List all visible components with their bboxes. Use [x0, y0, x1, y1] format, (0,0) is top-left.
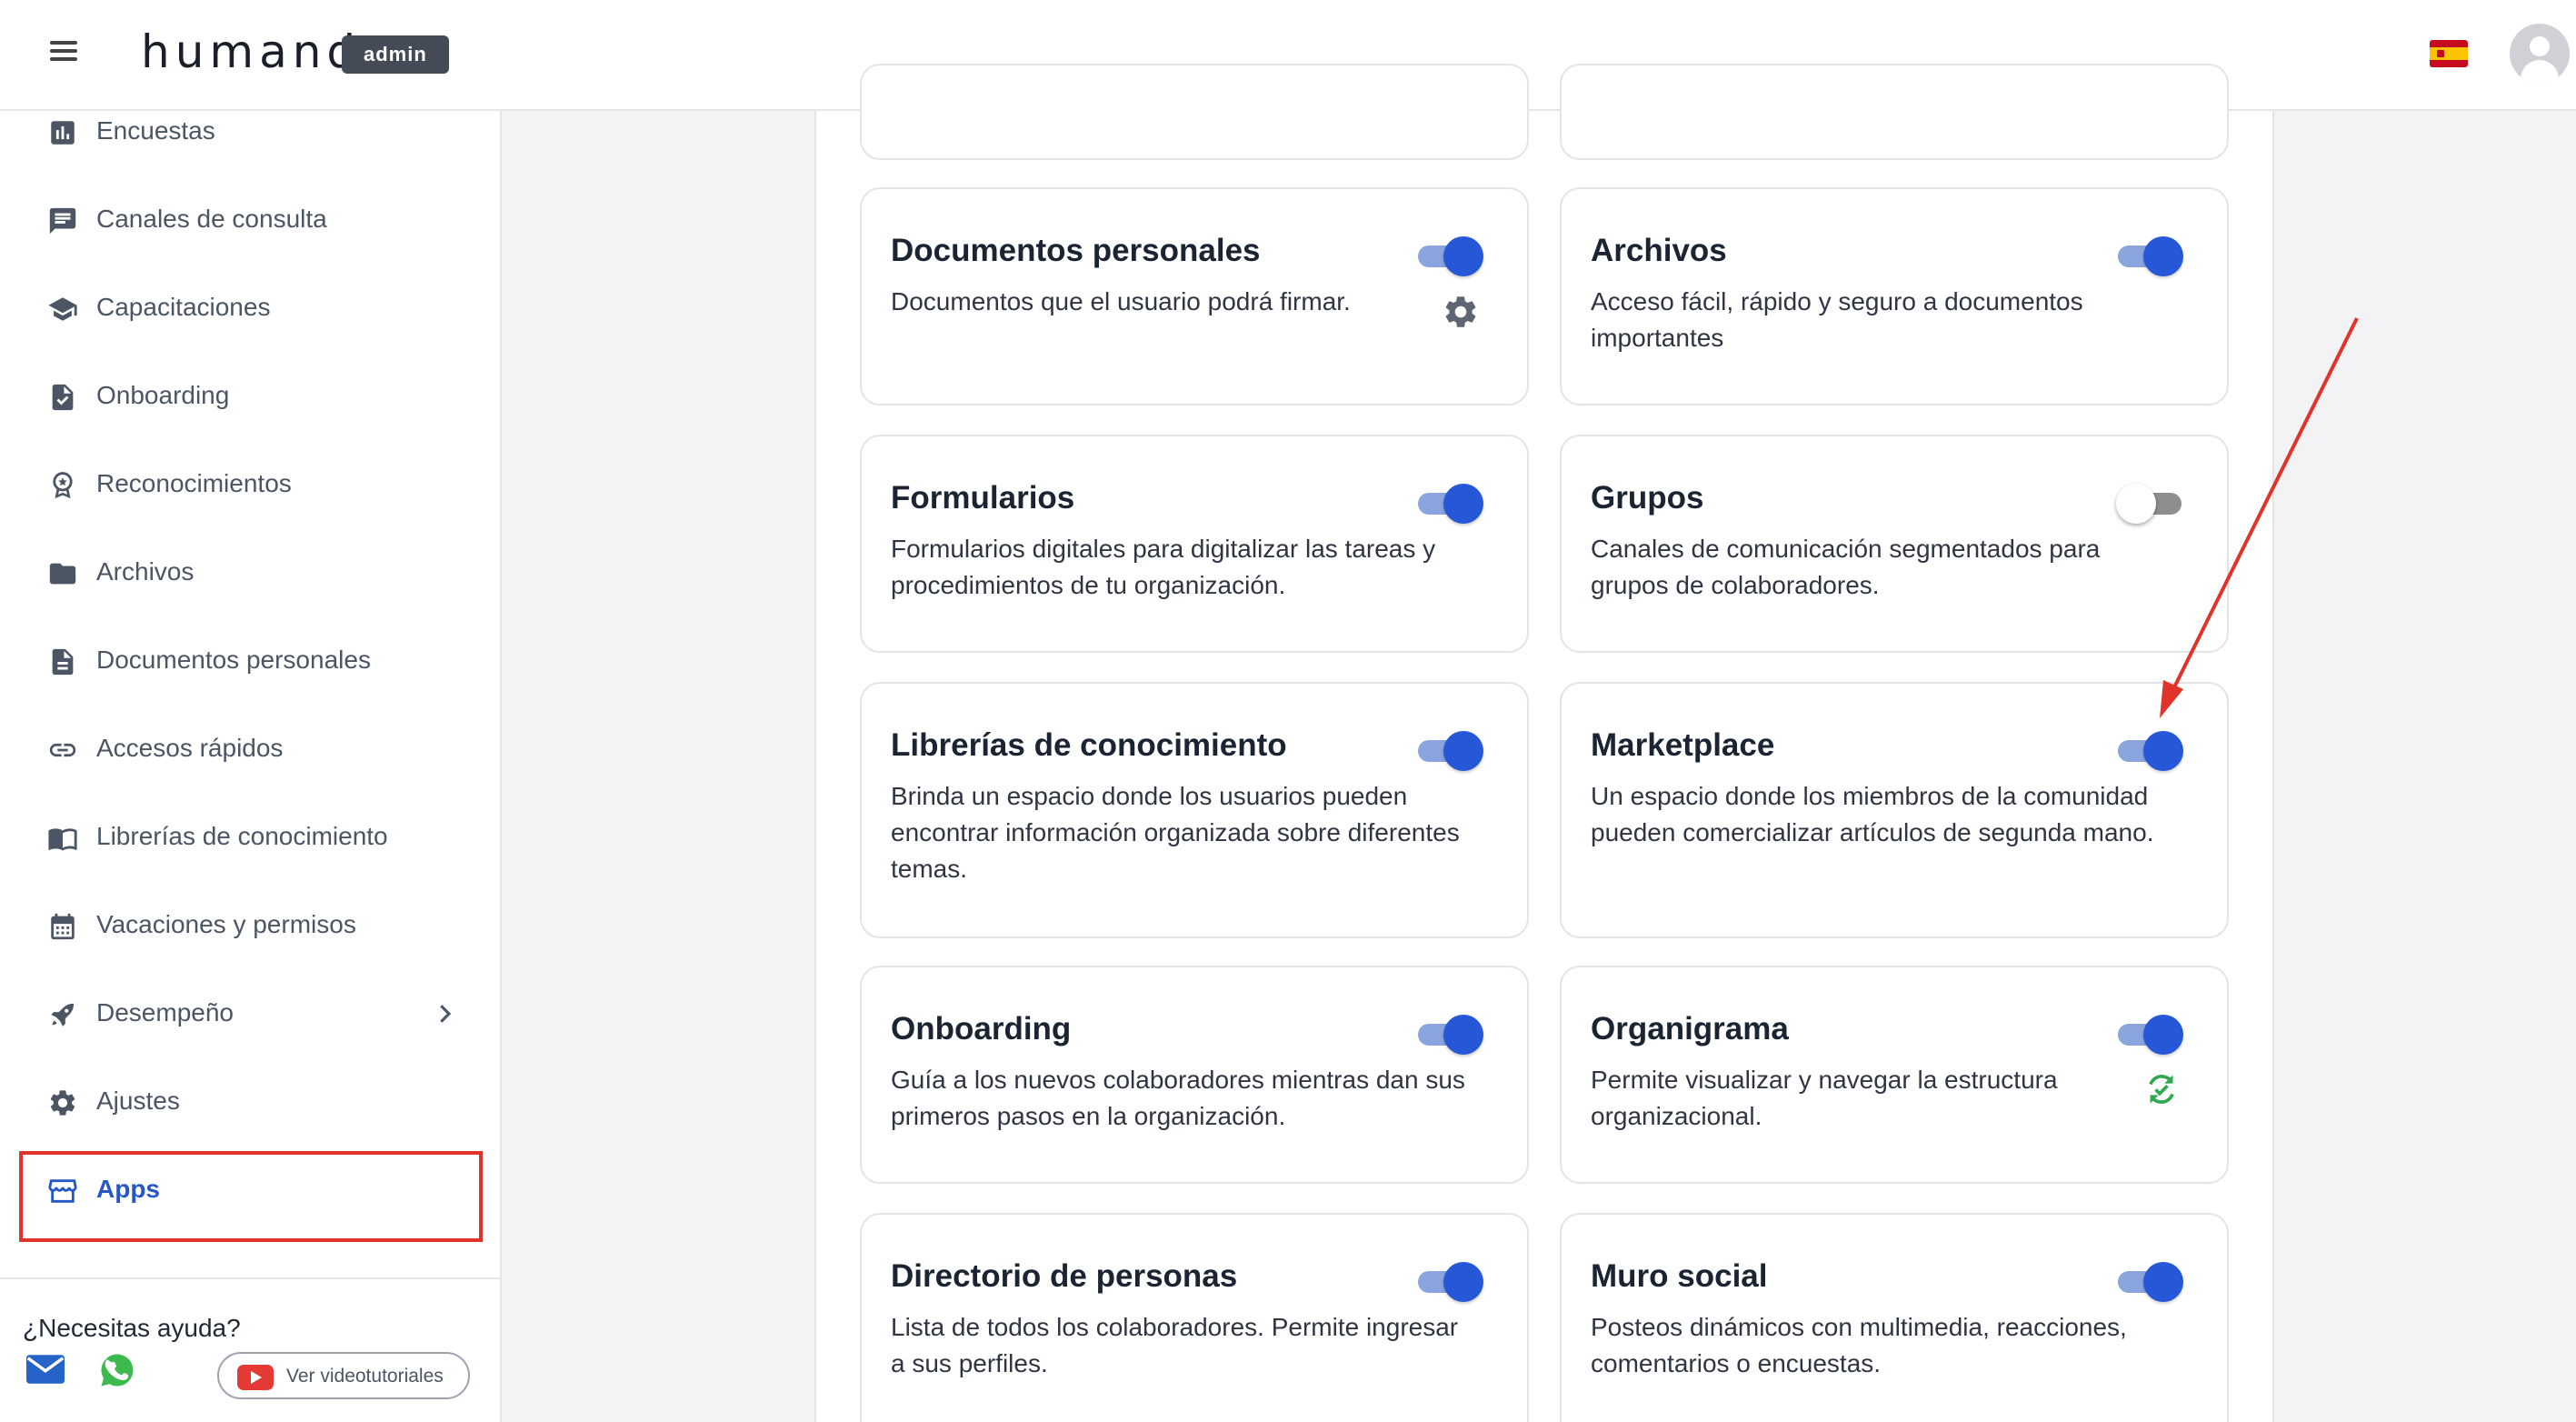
book-icon	[48, 828, 77, 851]
rocket-icon	[51, 1003, 75, 1026]
sidebar-item-label: Onboarding	[96, 381, 230, 409]
spain-flag-icon[interactable]	[2430, 40, 2468, 67]
app-card-description: Documentos que el usuario podrá firmar.	[891, 287, 1351, 315]
humand-logo[interactable]: humand	[141, 25, 361, 78]
hamburger-menu-icon[interactable]	[47, 36, 80, 69]
app-toggle-switch[interactable]	[2116, 1013, 2185, 1056]
app-toggle-switch[interactable]	[1416, 235, 1485, 278]
sidebar-item-label: Desempeño	[96, 998, 234, 1026]
sidebar-item-onboarding[interactable]: Onboarding	[0, 365, 502, 428]
app-toggle-switch[interactable]	[2116, 482, 2185, 526]
email-icon[interactable]	[26, 1355, 65, 1384]
sidebar-item-canales-de-consulta[interactable]: Canales de consulta	[0, 188, 502, 252]
app-card-directorio-de-personas: Directorio de personas Lista de todos lo…	[860, 1213, 1529, 1422]
sidebar-item-ajustes[interactable]: Ajustes	[0, 1070, 502, 1134]
app-card-archivos: Archivos Acceso fácil, rápido y seguro a…	[1560, 187, 2229, 406]
app-card-description: Permite visualizar y navegar la estructu…	[1591, 1066, 2058, 1130]
calendar-icon	[51, 913, 75, 940]
sidebar-item-label: Accesos rápidos	[96, 734, 284, 762]
app-card-partial	[1560, 64, 2229, 160]
app-card-formularios: Formularios Formularios digitales para d…	[860, 435, 1529, 653]
app-toggle-switch[interactable]	[1416, 729, 1485, 773]
app-card-description: Posteos dinámicos con multimedia, reacci…	[1591, 1313, 2127, 1377]
sidebar-item-label: Canales de consulta	[96, 205, 327, 233]
sidebar-divider	[0, 1277, 502, 1279]
folder-icon	[49, 563, 76, 585]
help-title: ¿Necesitas ayuda?	[23, 1314, 241, 1342]
app-toggle-switch[interactable]	[1416, 482, 1485, 526]
app-card-title: Onboarding	[891, 1011, 1072, 1046]
app-toggle-switch[interactable]	[2116, 235, 2185, 278]
sidebar-item-accesos-rapidos[interactable]: Accesos rápidos	[0, 717, 502, 781]
app-card-title: Muro social	[1591, 1258, 1768, 1294]
app-toggle-switch[interactable]	[1416, 1013, 1485, 1056]
gear-icon	[50, 1090, 75, 1116]
apps-highlight-box	[19, 1151, 483, 1242]
app-card-title: Librerías de conocimiento	[891, 727, 1287, 763]
document-icon	[52, 648, 74, 676]
sidebar-item-label: Encuestas	[96, 116, 215, 145]
chevron-right-icon[interactable]	[431, 1000, 458, 1027]
app-card-marketplace: Marketplace Un espacio donde los miembro…	[1560, 682, 2229, 938]
app-card-grupos: Grupos Canales de comunicación segmentad…	[1560, 435, 2229, 653]
video-tutorials-button[interactable]: Ver videotutoriales	[217, 1352, 470, 1399]
message-icon	[49, 207, 76, 235]
app-card-documentos-personales: Documentos personales Documentos que el …	[860, 187, 1529, 406]
youtube-icon	[237, 1365, 274, 1390]
sidebar-item-reconocimientos[interactable]: Reconocimientos	[0, 453, 502, 516]
sidebar-item-label: Documentos personales	[96, 646, 371, 674]
sidebar-item-label: Vacaciones y permisos	[96, 910, 356, 938]
app-card-description: Lista de todos los colaboradores. Permit…	[891, 1313, 1459, 1377]
sidebar-item-librerias-de-conocimiento[interactable]: Librerías de conocimiento	[0, 806, 502, 869]
whatsapp-icon[interactable]	[98, 1351, 136, 1389]
app-card-description: Canales de comunicación segmentados para…	[1591, 535, 2101, 599]
app-card-description: Brinda un espacio donde los usuarios pue…	[891, 782, 1460, 883]
app-card-title: Directorio de personas	[891, 1258, 1238, 1294]
app-card-title: Formularios	[891, 480, 1075, 516]
app-card-muro-social: Muro social Posteos dinámicos con multim…	[1560, 1213, 2229, 1422]
app-card-description: Un espacio donde los miembros de la comu…	[1591, 782, 2154, 846]
user-avatar-icon[interactable]	[2510, 24, 2570, 84]
settings-gear-icon[interactable]	[1442, 293, 1480, 331]
sidebar-item-archivos[interactable]: Archivos	[0, 541, 502, 605]
sidebar-item-label: Capacitaciones	[96, 293, 271, 321]
sidebar-item-label: Reconocimientos	[96, 469, 292, 497]
app-toggle-switch[interactable]	[1416, 1260, 1485, 1304]
app-card-title: Documentos personales	[891, 233, 1261, 268]
app-card-onboarding: Onboarding Guía a los nuevos colaborador…	[860, 966, 1529, 1184]
app-card-partial	[860, 64, 1529, 160]
document-check-icon	[52, 384, 74, 411]
app-card-title: Grupos	[1591, 480, 1704, 516]
sidebar-item-vacaciones-y-permisos[interactable]: Vacaciones y permisos	[0, 894, 502, 957]
app-card-description: Formularios digitales para digitalizar l…	[891, 535, 1436, 599]
app-card-librerias-de-conocimiento: Librerías de conocimiento Brinda un espa…	[860, 682, 1529, 938]
app-card-title: Archivos	[1591, 233, 1727, 268]
sidebar-item-encuestas[interactable]: Encuestas	[0, 100, 502, 164]
sidebar-item-capacitaciones[interactable]: Capacitaciones	[0, 276, 502, 340]
app-card-description: Acceso fácil, rápido y seguro a document…	[1591, 287, 2083, 352]
sidebar-item-label: Ajustes	[96, 1087, 180, 1115]
link-icon	[49, 743, 76, 757]
graduation-cap-icon	[48, 297, 77, 321]
bar-chart-icon	[51, 121, 75, 145]
app-toggle-switch[interactable]	[2116, 1260, 2185, 1304]
app-toggle-switch[interactable]	[2116, 729, 2185, 773]
admin-badge: admin	[342, 35, 449, 74]
app-card-title: Organigrama	[1591, 1011, 1789, 1046]
award-icon	[53, 472, 73, 499]
sidebar-item-label: Librerías de conocimiento	[96, 822, 388, 850]
sidebar-item-desempeno[interactable]: Desempeño	[0, 982, 502, 1046]
app-card-organigrama: Organigrama Permite visualizar y navegar…	[1560, 966, 2229, 1184]
video-tutorials-label: Ver videotutoriales	[286, 1366, 444, 1387]
sync-check-icon[interactable]	[2142, 1069, 2182, 1109]
sidebar-item-documentos-personales[interactable]: Documentos personales	[0, 629, 502, 693]
app-card-title: Marketplace	[1591, 727, 1775, 763]
app-card-description: Guía a los nuevos colaboradores mientras…	[891, 1066, 1465, 1130]
sidebar-item-label: Archivos	[96, 557, 195, 586]
